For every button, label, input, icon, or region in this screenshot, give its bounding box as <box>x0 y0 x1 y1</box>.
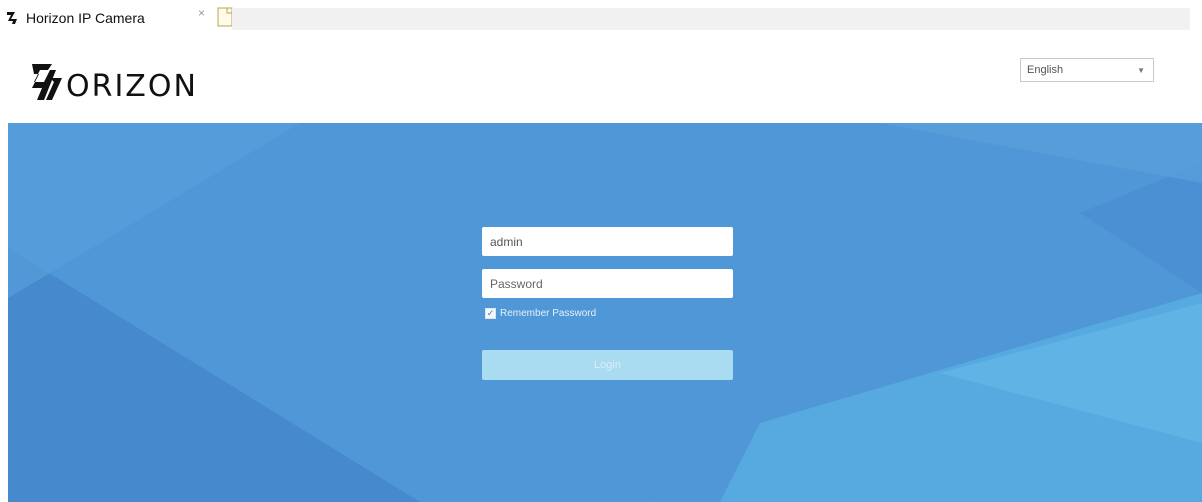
login-hero-background <box>0 123 1202 502</box>
password-input[interactable] <box>482 269 733 298</box>
tab-close-icon[interactable]: × <box>198 4 205 22</box>
chevron-down-icon: ▼ <box>1137 65 1145 75</box>
remember-password-checkbox[interactable]: ✓ <box>485 308 496 319</box>
browser-tab-bar: Horizon IP Camera × <box>0 0 1202 34</box>
hero-geometric-background <box>0 123 1202 502</box>
language-selected-value: English <box>1027 64 1064 76</box>
page: Horizon IP Camera × ORIZON English ▼ adm… <box>0 0 1202 502</box>
login-button[interactable]: Login <box>482 350 733 380</box>
username-input[interactable] <box>482 227 733 256</box>
remember-password-label: Remember Password <box>500 308 597 319</box>
horizon-logo: ORIZON <box>30 56 198 104</box>
horizon-logo-mark-icon <box>32 64 62 100</box>
language-select[interactable]: English ▼ <box>1020 58 1154 82</box>
remember-password-option[interactable]: ✓ Remember Password <box>485 308 596 319</box>
left-gutter <box>0 123 8 502</box>
tab-title: Horizon IP Camera <box>26 10 145 26</box>
browser-tab[interactable]: Horizon IP Camera <box>6 4 216 32</box>
logo-text: ORIZON <box>66 69 198 104</box>
horizon-favicon-icon <box>7 12 17 24</box>
tab-strip <box>232 8 1190 30</box>
page-header: ORIZON English ▼ <box>0 34 1202 123</box>
